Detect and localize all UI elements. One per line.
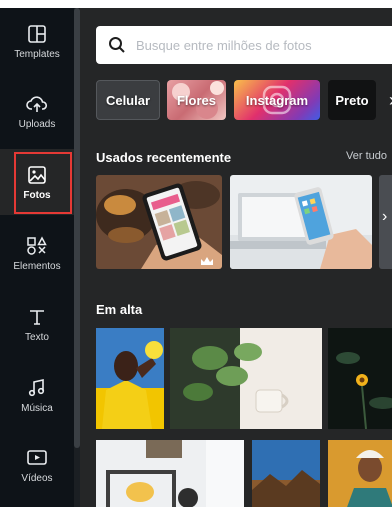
- recent-photo-phone-laptop[interactable]: [230, 175, 372, 269]
- sidebar-item-videos[interactable]: Vídeos: [0, 432, 74, 498]
- crown-icon: [200, 253, 214, 265]
- search-bar[interactable]: [96, 26, 392, 64]
- sidebar-item-templates[interactable]: Templates: [0, 8, 74, 74]
- sidebar-item-elementos[interactable]: Elementos: [0, 220, 74, 286]
- chip-instagram[interactable]: Instagram: [234, 80, 320, 120]
- sidebar-item-label: Templates: [14, 48, 60, 60]
- templates-icon: [26, 23, 48, 45]
- sidebar-item-musica[interactable]: Música: [0, 362, 74, 428]
- sidebar: Templates Uploads Fotos Elementos Texto: [0, 8, 74, 507]
- search-input[interactable]: [136, 37, 376, 53]
- active-item-highlight: [14, 152, 72, 214]
- chevron-right-icon[interactable]: ›: [382, 208, 387, 226]
- sidebar-item-label: Música: [21, 402, 53, 414]
- sidebar-item-texto[interactable]: Texto: [0, 291, 74, 357]
- recent-photo-phone-table[interactable]: [96, 175, 222, 269]
- section-title-recent: Usados recentemente: [96, 150, 232, 165]
- chip-celular[interactable]: Celular: [96, 80, 160, 120]
- search-icon: [108, 36, 126, 54]
- see-all-link[interactable]: Ver tudo: [346, 150, 387, 162]
- section-title-trending: Em alta: [96, 302, 143, 317]
- trending-photo-flower-dark[interactable]: [328, 328, 392, 429]
- sidebar-item-label: Elementos: [13, 260, 61, 272]
- trending-photo-plant-mug[interactable]: [170, 328, 322, 429]
- sidebar-item-label: Vídeos: [21, 472, 53, 484]
- shapes-icon: [26, 235, 48, 257]
- trending-photo-bedroom[interactable]: [96, 440, 244, 507]
- app-window: Templates Uploads Fotos Elementos Texto: [0, 8, 392, 507]
- chevron-right-icon[interactable]: ›: [382, 80, 392, 120]
- chip-flores[interactable]: Flores: [167, 80, 226, 120]
- chip-preto[interactable]: Preto: [328, 80, 376, 120]
- text-icon: [26, 306, 48, 328]
- trending-photo-man-yellow[interactable]: [96, 328, 164, 429]
- video-icon: [26, 447, 48, 469]
- sidebar-item-uploads[interactable]: Uploads: [0, 78, 74, 144]
- photos-panel: Celular Flores Instagram Preto › Usados …: [80, 8, 392, 507]
- music-icon: [26, 377, 48, 399]
- sidebar-item-label: Uploads: [18, 118, 56, 130]
- trending-photo-man-orange[interactable]: [328, 440, 392, 507]
- category-chips: Celular Flores Instagram Preto ›: [96, 80, 392, 120]
- sidebar-item-label: Texto: [25, 331, 49, 343]
- cloud-upload-icon: [26, 93, 48, 115]
- trending-photo-mountains[interactable]: [252, 440, 320, 507]
